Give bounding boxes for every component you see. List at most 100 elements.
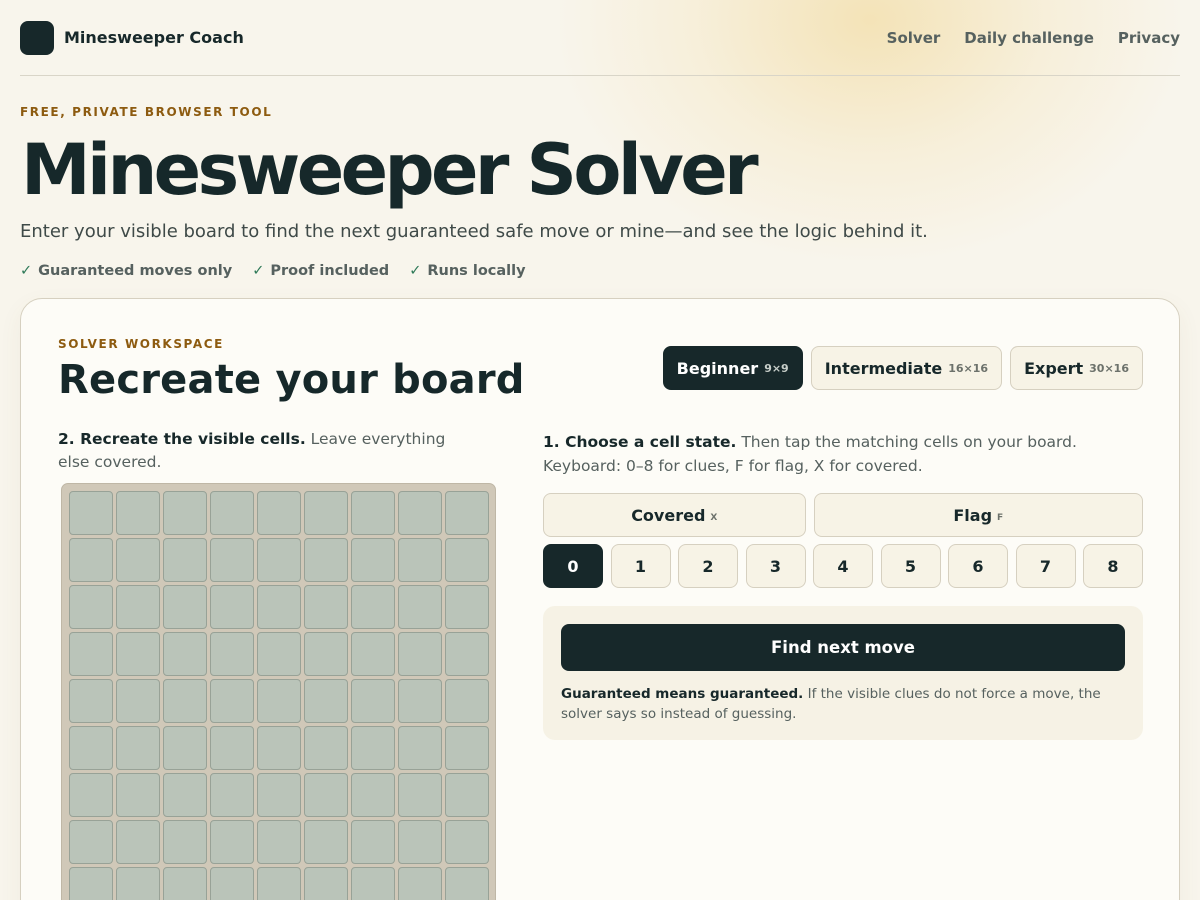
board-cell[interactable]	[69, 632, 113, 676]
board-cell[interactable]	[304, 632, 348, 676]
board-cell[interactable]	[210, 632, 254, 676]
nav-solver[interactable]: Solver	[887, 29, 941, 47]
board-cell[interactable]	[304, 491, 348, 535]
board-cell[interactable]	[445, 773, 489, 817]
board-cell[interactable]	[210, 773, 254, 817]
clue-1-button[interactable]: 1	[610, 544, 671, 588]
flag-state-button[interactable]: Flag F	[813, 493, 1143, 537]
board-cell[interactable]	[445, 679, 489, 723]
board-cell[interactable]	[116, 679, 160, 723]
board-cell[interactable]	[163, 538, 207, 582]
board-cell[interactable]	[69, 491, 113, 535]
board-cell[interactable]	[163, 632, 207, 676]
board-cell[interactable]	[210, 726, 254, 770]
board-cell[interactable]	[304, 726, 348, 770]
level-beginner-button[interactable]: Beginner 9×9	[662, 346, 803, 390]
board-cell[interactable]	[69, 773, 113, 817]
clue-2-button[interactable]: 2	[678, 544, 738, 588]
board-cell[interactable]	[445, 726, 489, 770]
clue-3-button[interactable]: 3	[745, 544, 806, 588]
board-cell[interactable]	[257, 726, 301, 770]
board-cell[interactable]	[351, 632, 395, 676]
board-cell[interactable]	[69, 585, 113, 629]
board-cell[interactable]	[69, 726, 113, 770]
board-cell[interactable]	[116, 726, 160, 770]
board-cell[interactable]	[257, 679, 301, 723]
board-cell[interactable]	[116, 773, 160, 817]
board-cell[interactable]	[351, 585, 395, 629]
board-cell[interactable]	[398, 726, 442, 770]
board-cell[interactable]	[116, 820, 160, 864]
board-cell[interactable]	[445, 820, 489, 864]
clue-5-button[interactable]: 5	[880, 544, 941, 588]
board-cell[interactable]	[116, 491, 160, 535]
board-cell[interactable]	[69, 867, 113, 900]
board-cell[interactable]	[398, 632, 442, 676]
board-cell[interactable]	[69, 679, 113, 723]
board-cell[interactable]	[445, 867, 489, 900]
board-cell[interactable]	[398, 679, 442, 723]
board-cell[interactable]	[398, 585, 442, 629]
board-cell[interactable]	[210, 867, 254, 900]
board-cell[interactable]	[163, 585, 207, 629]
board-cell[interactable]	[304, 585, 348, 629]
board-cell[interactable]	[210, 585, 254, 629]
board-cell[interactable]	[445, 585, 489, 629]
level-expert-button[interactable]: Expert 30×16	[1010, 346, 1143, 390]
board-cell[interactable]	[210, 491, 254, 535]
board-cell[interactable]	[398, 773, 442, 817]
nav-privacy[interactable]: Privacy	[1118, 29, 1180, 47]
board-cell[interactable]	[257, 773, 301, 817]
clue-7-button[interactable]: 7	[1015, 544, 1076, 588]
board-cell[interactable]	[351, 491, 395, 535]
board-cell[interactable]	[116, 632, 160, 676]
board-cell[interactable]	[116, 538, 160, 582]
board-cell[interactable]	[445, 491, 489, 535]
board-cell[interactable]	[210, 679, 254, 723]
board-cell[interactable]	[210, 820, 254, 864]
covered-state-button[interactable]: Covered X	[543, 493, 806, 537]
board-cell[interactable]	[351, 867, 395, 900]
board-cell[interactable]	[257, 585, 301, 629]
board-cell[interactable]	[304, 538, 348, 582]
board-cell[interactable]	[351, 773, 395, 817]
board-cell[interactable]	[304, 773, 348, 817]
board-cell[interactable]	[257, 867, 301, 900]
board-cell[interactable]	[398, 538, 442, 582]
nav-daily-challenge[interactable]: Daily challenge	[964, 29, 1094, 47]
clue-6-button[interactable]: 6	[948, 544, 1008, 588]
board-cell[interactable]	[398, 820, 442, 864]
board-cell[interactable]	[445, 538, 489, 582]
find-next-move-button[interactable]: Find next move	[561, 624, 1125, 671]
level-intermediate-button[interactable]: Intermediate 16×16	[810, 346, 1003, 390]
board-cell[interactable]	[351, 820, 395, 864]
board-cell[interactable]	[69, 820, 113, 864]
clue-8-button[interactable]: 8	[1083, 544, 1143, 588]
board-cell[interactable]	[69, 538, 113, 582]
clue-0-button[interactable]: 0	[543, 544, 603, 588]
board-cell[interactable]	[304, 867, 348, 900]
board-cell[interactable]	[116, 867, 160, 900]
board-cell[interactable]	[163, 773, 207, 817]
board-cell[interactable]	[116, 585, 160, 629]
board-cell[interactable]	[257, 491, 301, 535]
board-cell[interactable]	[163, 726, 207, 770]
board-cell[interactable]	[398, 867, 442, 900]
board-cell[interactable]	[257, 632, 301, 676]
board-cell[interactable]	[351, 726, 395, 770]
clue-4-button[interactable]: 4	[813, 544, 873, 588]
board-cell[interactable]	[351, 538, 395, 582]
board-cell[interactable]	[445, 632, 489, 676]
board-cell[interactable]	[304, 679, 348, 723]
board-cell[interactable]	[304, 820, 348, 864]
brand[interactable]: Minesweeper Coach	[20, 20, 244, 55]
board-cell[interactable]	[163, 491, 207, 535]
board-cell[interactable]	[257, 820, 301, 864]
board-cell[interactable]	[210, 538, 254, 582]
board-cell[interactable]	[257, 538, 301, 582]
board-cell[interactable]	[163, 820, 207, 864]
board-cell[interactable]	[351, 679, 395, 723]
board-cell[interactable]	[398, 491, 442, 535]
board-cell[interactable]	[163, 867, 207, 900]
board-cell[interactable]	[163, 679, 207, 723]
